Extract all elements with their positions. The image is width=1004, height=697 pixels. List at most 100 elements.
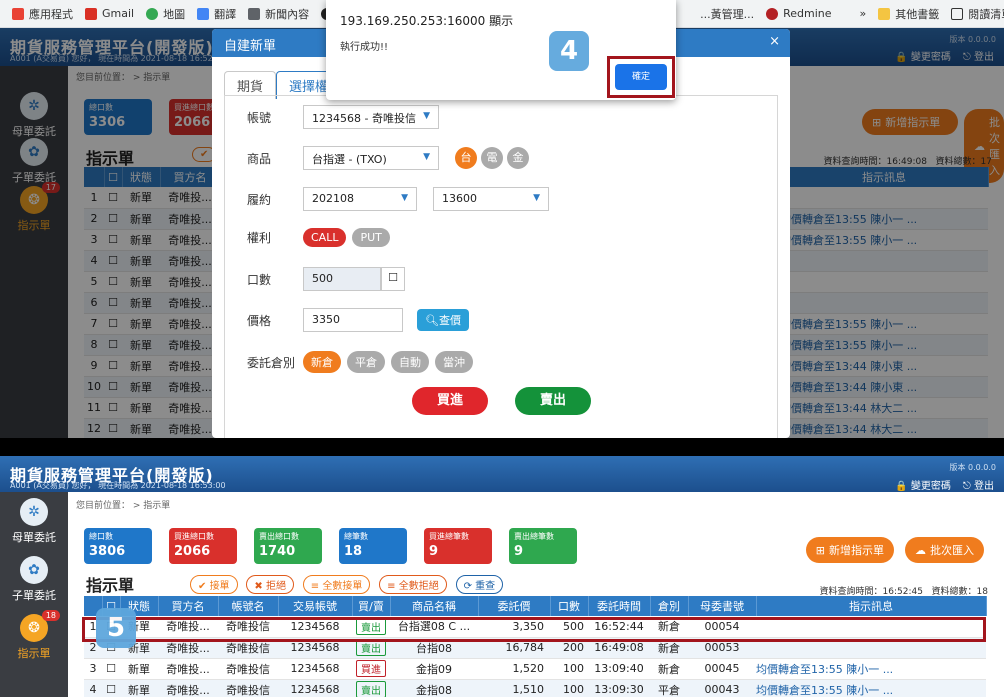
row-product: 金指08 bbox=[390, 679, 478, 697]
account-select[interactable]: 1234568 - 奇唯投信 ▼ bbox=[303, 105, 439, 129]
row-message[interactable]: 均價轉倉至13:55 陳小一 ... bbox=[756, 679, 986, 697]
strike-select[interactable]: 13600 ▼ bbox=[433, 187, 549, 211]
overflow-chevron-icon[interactable]: » bbox=[860, 7, 867, 20]
section-title: 指示單 bbox=[86, 576, 135, 595]
position-close[interactable]: 平倉 bbox=[347, 351, 385, 373]
qty-toggle-icon[interactable]: ☐ bbox=[381, 267, 405, 291]
row-price: 1,520 bbox=[478, 658, 550, 680]
row-side: 賣出 bbox=[352, 679, 390, 697]
x-list-icon: ≡ bbox=[387, 581, 399, 592]
breadcrumb: 您目前位置： > 指示單 bbox=[76, 501, 171, 511]
folder-icon bbox=[878, 7, 891, 20]
sidebar-item-child-order[interactable]: ✿ 子單委託 bbox=[0, 556, 68, 603]
price-label: 價格 bbox=[247, 313, 272, 328]
row-account-name: 奇唯投信 bbox=[218, 679, 278, 697]
refresh-icon: ⟳ bbox=[463, 581, 476, 592]
table-row[interactable]: 3 ☐ 新單 奇唯投... 奇唯投信 1234568 買進 金指09 1,520 100 13:09… bbox=[84, 658, 986, 680]
position-new[interactable]: 新倉 bbox=[303, 351, 341, 373]
qty-input[interactable]: 500 bbox=[303, 267, 381, 291]
app-header-bottom: 期貨服務管理平台(開發版) A001 (A交易員) 您好， 現在時間為 2021… bbox=[0, 456, 1004, 492]
bookmark-reading-list[interactable]: 閱讀清單 bbox=[951, 6, 1004, 22]
row-price: 1,510 bbox=[478, 679, 550, 697]
contract-month-select[interactable]: 202108 ▼ bbox=[303, 187, 417, 211]
bookmark-redmine[interactable]: Redmine bbox=[766, 7, 832, 20]
row-message[interactable]: 均價轉倉至13:55 陳小一 ... bbox=[756, 658, 986, 680]
chip-tai[interactable]: 台 bbox=[455, 147, 477, 169]
row-qty: 100 bbox=[550, 679, 588, 697]
col-price: 委託價 bbox=[478, 596, 551, 616]
row-time: 13:09:30 bbox=[588, 679, 650, 697]
row-buyer: 奇唯投... bbox=[158, 679, 218, 697]
table-row[interactable]: 4 ☐ 新單 奇唯投... 奇唯投信 1234568 賣出 金指08 1,510 100 13:09… bbox=[84, 679, 986, 697]
news-icon bbox=[248, 7, 261, 20]
main-content: 您目前位置： > 指示單 總口數 3806 買進總口數 2066 賣出總口數 1740… bbox=[68, 492, 1004, 697]
ok-highlight-box: 確定 bbox=[607, 56, 675, 98]
product-select[interactable]: 台指選 - (TXO) ▼ bbox=[303, 146, 439, 170]
instruction-table: ☐ 狀態 買方名 帳號名 交易帳號 買/賣 商品名稱 委託價 口數 委託時間 倉別 母委書號 指示訊息 … bbox=[84, 596, 987, 697]
reading-list-icon bbox=[951, 7, 964, 20]
row-checkbox[interactable]: ☐ bbox=[102, 679, 120, 697]
col-account: 交易帳號 bbox=[278, 596, 353, 616]
bookmark-news[interactable]: 新聞內容 bbox=[248, 6, 309, 22]
row-status: 新單 bbox=[120, 679, 158, 697]
row-position: 新倉 bbox=[650, 658, 688, 680]
chip-jin[interactable]: 金 bbox=[507, 147, 529, 169]
row-time: 13:09:40 bbox=[588, 658, 650, 680]
user-line: A001 (A交易員) 您好， 現在時間為 2021-08-18 16:53:0… bbox=[10, 481, 226, 490]
browser-alert-dialog: 193.169.250.253:16000 顯示 執行成功!! 確定 bbox=[326, 0, 676, 100]
reject-button[interactable]: ✖ 拒絕 bbox=[246, 575, 294, 594]
put-toggle[interactable]: PUT bbox=[352, 228, 390, 247]
reset-button[interactable]: ⟳ 重查 bbox=[455, 575, 504, 594]
contract-label: 履約 bbox=[247, 192, 272, 207]
bookmark-translate[interactable]: 翻譯 bbox=[197, 6, 236, 22]
price-input[interactable]: 3350 bbox=[303, 308, 403, 332]
stat-buy-qty: 買進總口數 2066 bbox=[169, 528, 237, 564]
check-icon: ✔ bbox=[198, 581, 210, 592]
sidebar-item-instruction[interactable]: ❂ 18 指示單 bbox=[0, 610, 68, 661]
caret-down-icon: ▼ bbox=[423, 111, 430, 121]
row-parent-no: 00043 bbox=[688, 679, 756, 697]
batch-import-button[interactable]: ☁ 批次匯入 bbox=[905, 537, 984, 563]
row-index: 3 bbox=[84, 658, 102, 680]
bookmark-gmail[interactable]: Gmail bbox=[85, 7, 134, 20]
redmine-icon bbox=[766, 7, 779, 20]
check-list-icon: ≡ bbox=[310, 581, 323, 592]
buy-button[interactable]: 買進 bbox=[412, 387, 488, 415]
account-label: 帳號 bbox=[247, 110, 272, 125]
call-toggle[interactable]: CALL bbox=[303, 228, 347, 247]
bottom-screenshot: 期貨服務管理平台(開發版) A001 (A交易員) 您好， 現在時間為 2021… bbox=[0, 456, 1004, 697]
sidebar-item-parent-order[interactable]: ✲ 母單委託 bbox=[0, 498, 68, 545]
new-row-highlight-box bbox=[82, 617, 986, 642]
bookmark-maps[interactable]: 地圖 bbox=[146, 6, 185, 22]
order-form: 帳號 1234568 - 奇唯投信 ▼ 商品 台指選 - (TXO) ▼ 台電金 履… bbox=[224, 95, 778, 438]
modal-title: 自建新單 bbox=[224, 39, 277, 54]
close-icon[interactable]: × bbox=[769, 34, 780, 49]
bookmark-mgmt[interactable]: ...黃管理... bbox=[700, 6, 754, 22]
chip-dian[interactable]: 電 bbox=[481, 147, 503, 169]
bookmark-apps[interactable]: 應用程式 bbox=[12, 6, 73, 22]
maps-pin-icon bbox=[146, 7, 159, 20]
accept-all-button[interactable]: ≡ 全數接單 bbox=[302, 575, 371, 594]
product-category-chips: 台電金 bbox=[455, 147, 533, 169]
new-instruction-button[interactable]: ⊞ 新增指示單 bbox=[805, 537, 894, 563]
row-side: 買進 bbox=[352, 658, 390, 680]
ok-button[interactable]: 確定 bbox=[615, 64, 667, 90]
position-daytrade[interactable]: 當沖 bbox=[435, 351, 473, 373]
logout-link[interactable]: ⎋ 登出 bbox=[963, 477, 994, 492]
accept-button[interactable]: ✔ 接單 bbox=[190, 575, 238, 594]
position-label: 委託倉別 bbox=[247, 355, 296, 370]
query-price-button[interactable]: 🔍︎查價 bbox=[417, 309, 469, 331]
reject-all-button[interactable]: ≡ 全數拒絕 bbox=[379, 575, 447, 594]
stat-buy-count: 買進總筆數 9 bbox=[424, 528, 492, 564]
row-checkbox[interactable]: ☐ bbox=[102, 658, 120, 680]
caret-down-icon: ▼ bbox=[423, 152, 430, 162]
sell-button[interactable]: 賣出 bbox=[515, 387, 591, 415]
side-badge: 賣出 bbox=[356, 681, 386, 697]
position-auto[interactable]: 自動 bbox=[391, 351, 429, 373]
row-status: 新單 bbox=[120, 658, 158, 680]
row-qty: 100 bbox=[550, 658, 588, 680]
row-parent-no: 00045 bbox=[688, 658, 756, 680]
bookmark-other[interactable]: 其他書籤 bbox=[878, 6, 939, 22]
change-password-link[interactable]: 🔒 變更密碼 bbox=[895, 477, 951, 492]
side-badge: 買進 bbox=[356, 660, 386, 677]
